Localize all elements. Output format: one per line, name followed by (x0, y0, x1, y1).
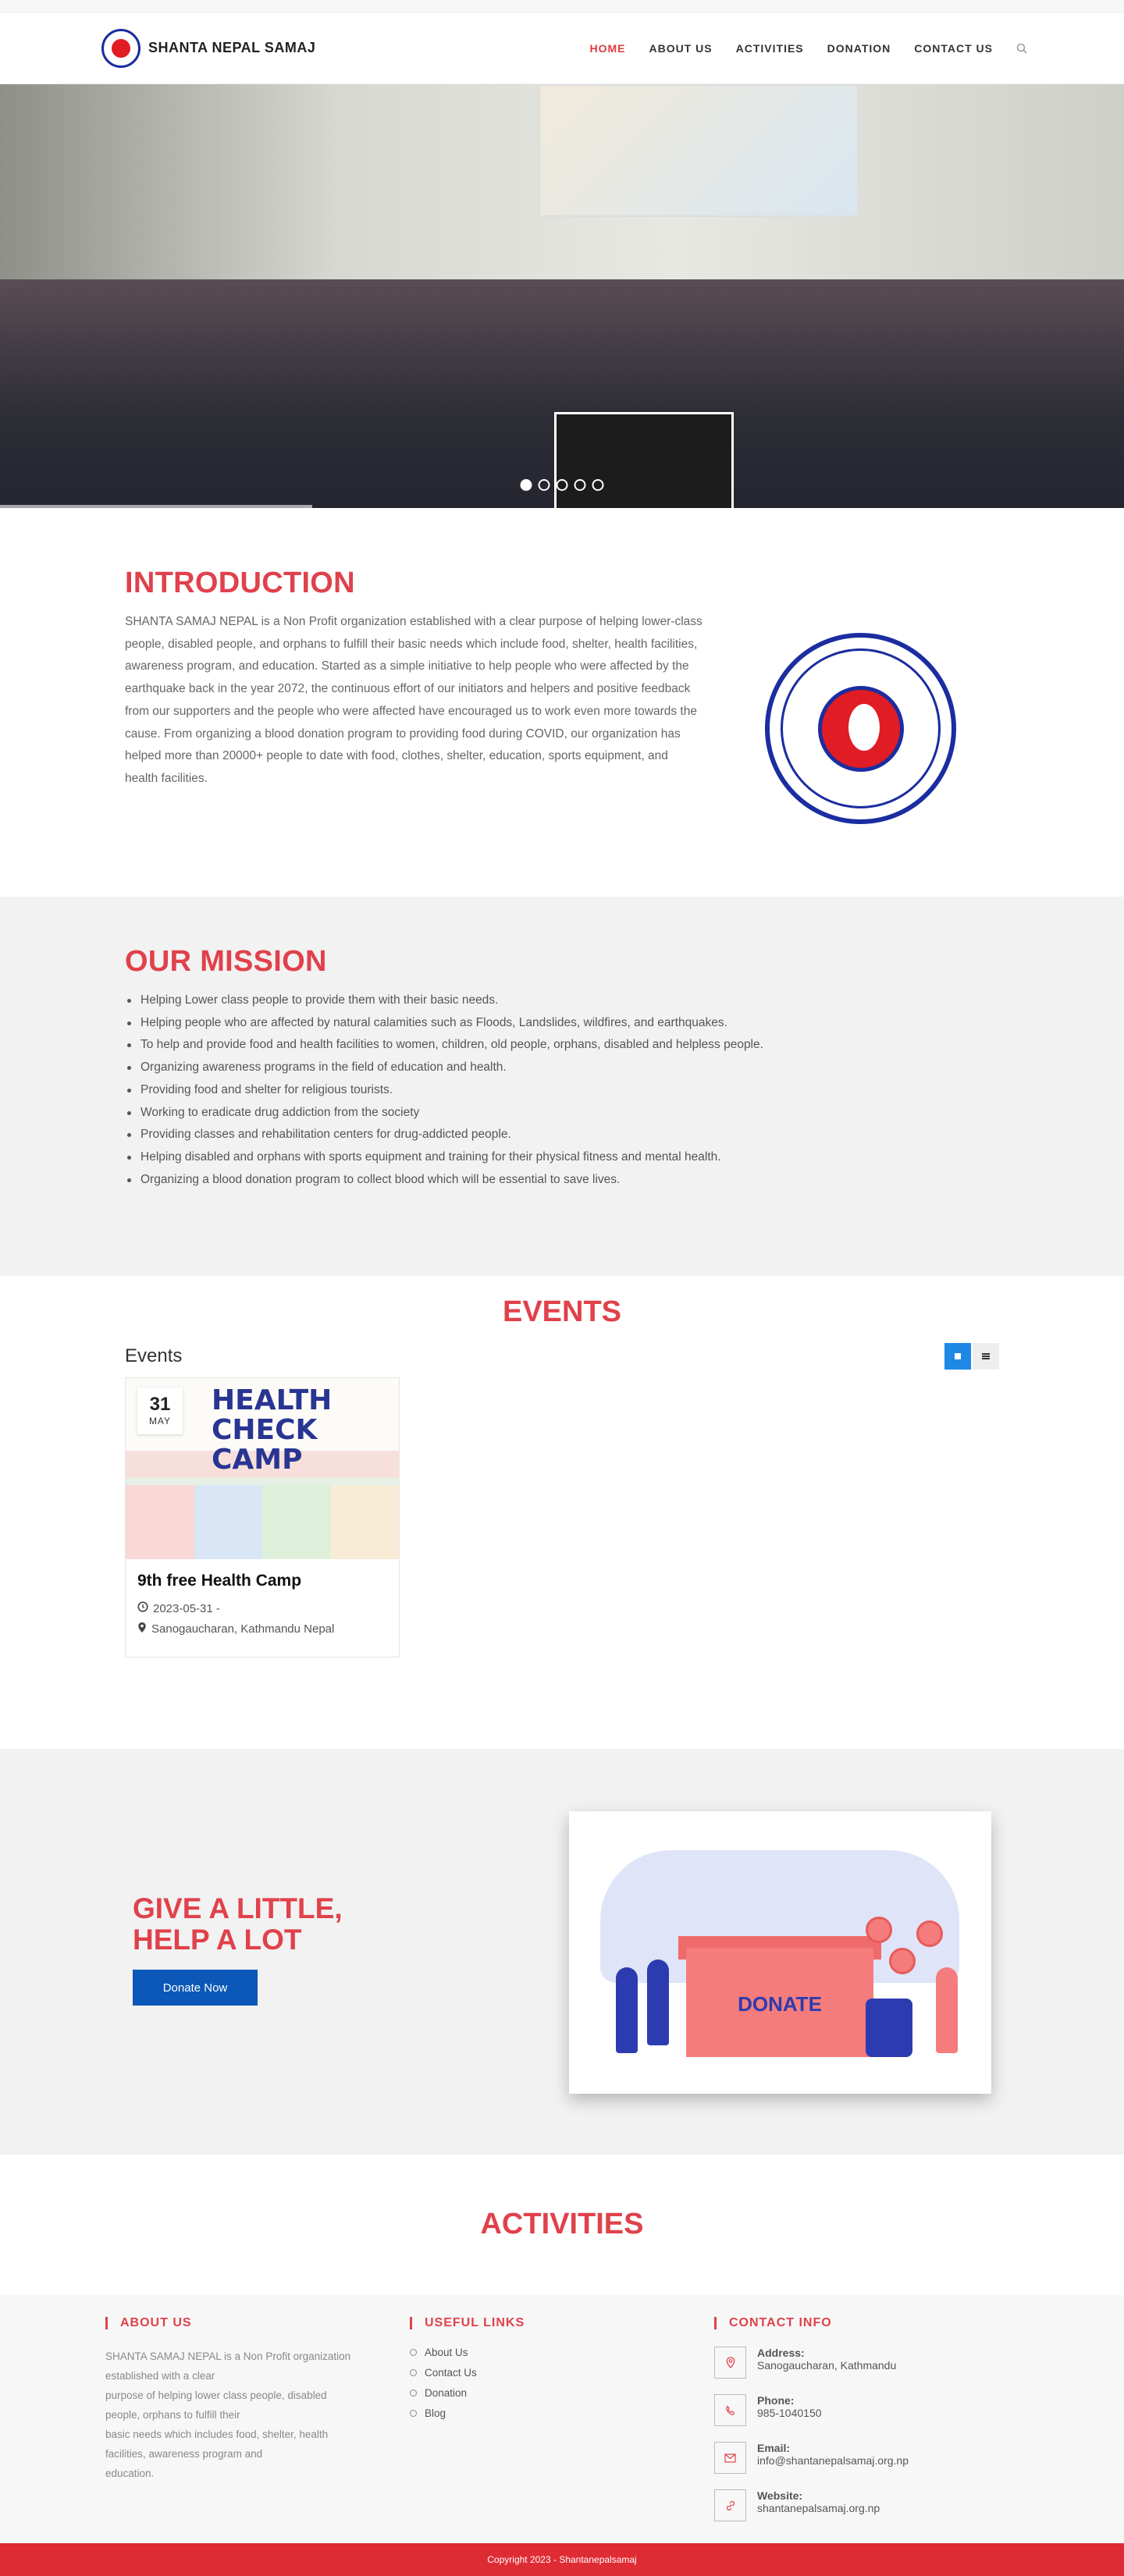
brand[interactable]: SHANTA NEPAL SAMAJ (101, 28, 316, 68)
illustration-word: DONATE (738, 1992, 822, 2016)
footer-link-donation[interactable]: Donation (410, 2387, 714, 2399)
list-item: Helping people who are affected by natur… (125, 1012, 999, 1035)
nav-donation[interactable]: DONATION (827, 42, 891, 55)
grid-view-icon[interactable] (944, 1343, 971, 1370)
circle-bullet-icon (410, 2410, 417, 2417)
clock-icon (137, 1601, 148, 1615)
introduction-section: INTRODUCTION SHANTA SAMAJ NEPAL is a Non… (0, 508, 1124, 897)
footer-useful-links: USEFUL LINKS About Us Contact Us Donatio… (410, 2317, 714, 2543)
introduction-title: INTRODUCTION (125, 567, 355, 599)
event-poster-text: HEALTH CHECK CAMP (212, 1384, 333, 1476)
event-location: Sanogaucharan, Kathmandu Nepal (137, 1622, 387, 1636)
mission-section: OUR MISSION Helping Lower class people t… (0, 897, 1124, 1276)
brand-name: SHANTA NEPAL SAMAJ (148, 40, 316, 55)
copyright-bar: Copyright 2023 - Shantanepalsamaj (0, 2543, 1124, 2576)
events-label: Events (125, 1345, 183, 1366)
list-item: Organizing awareness programs in the fie… (125, 1057, 999, 1079)
slider-dot-2[interactable] (538, 479, 550, 491)
site-footer: ABOUT US SHANTA SAMAJ NEPAL is a Non Pro… (0, 2295, 1124, 2543)
main-menu: HOME ABOUT US ACTIVITIES DONATION CONTAC… (590, 42, 1028, 55)
event-title[interactable]: 9th free Health Camp (137, 1572, 387, 1590)
event-date-badge: 31 MAY (137, 1387, 183, 1434)
donate-section: GIVE A LITTLE, HELP A LOT Donate Now DON… (0, 1749, 1124, 2155)
list-item: Working to eradicate drug addiction from… (125, 1102, 999, 1125)
slider-dot-3[interactable] (556, 479, 568, 491)
nav-about-us[interactable]: ABOUT US (649, 42, 713, 55)
footer-links-title: USEFUL LINKS (410, 2317, 714, 2329)
circle-bullet-icon (410, 2349, 417, 2356)
search-icon[interactable] (1016, 43, 1027, 54)
footer-about: ABOUT US SHANTA SAMAJ NEPAL is a Non Pro… (105, 2317, 410, 2543)
footer-about-title: ABOUT US (105, 2317, 410, 2329)
slider-dots (520, 479, 604, 491)
mission-title: OUR MISSION (125, 945, 327, 978)
mission-list: Helping Lower class people to provide th… (125, 990, 999, 1191)
list-item: Helping disabled and orphans with sports… (125, 1146, 999, 1169)
slider-dot-5[interactable] (592, 479, 604, 491)
event-card[interactable]: HEALTH CHECK CAMP 31 MAY 9th free Health… (125, 1377, 400, 1658)
footer-link-blog[interactable]: Blog (410, 2407, 714, 2419)
contact-website: Website: shantanepalsamaj.org.np (714, 2489, 1019, 2521)
footer-link-about-us[interactable]: About Us (410, 2347, 714, 2358)
footer-about-text: SHANTA SAMAJ NEPAL is a Non Profit organ… (105, 2350, 351, 2479)
events-title: EVENTS (502, 1295, 622, 1328)
map-pin-icon (714, 2347, 746, 2379)
organization-seal-logo (765, 633, 956, 824)
slider-progress (0, 505, 312, 508)
nav-home[interactable]: HOME (590, 42, 626, 55)
list-item: To help and provide food and health faci… (125, 1034, 999, 1057)
map-pin-icon (137, 1622, 147, 1636)
list-item: Providing food and shelter for religious… (125, 1079, 999, 1102)
hero-photo-sign (554, 412, 734, 508)
circle-bullet-icon (410, 2389, 417, 2397)
list-view-icon[interactable] (973, 1343, 999, 1370)
donate-now-button[interactable]: Donate Now (133, 1970, 258, 2006)
activities-section: ACTIVITIES (0, 2155, 1124, 2295)
footer-contact-info: CONTACT INFO Address: Sanogaucharan, Kath… (714, 2317, 1019, 2543)
nav-activities[interactable]: ACTIVITIES (736, 42, 804, 55)
circle-bullet-icon (410, 2369, 417, 2376)
events-section: EVENTS Events HEALTH CHECK CAMP 31 MAY 9… (0, 1276, 1124, 1749)
envelope-icon (714, 2442, 746, 2474)
hero-slider[interactable] (0, 84, 1124, 508)
introduction-body: SHANTA SAMAJ NEPAL is a Non Profit organ… (125, 615, 702, 785)
link-icon (714, 2489, 746, 2521)
donate-illustration: DONATE (569, 1811, 991, 2094)
footer-link-contact-us[interactable]: Contact Us (410, 2367, 714, 2379)
donate-headline: GIVE A LITTLE, HELP A LOT (133, 1892, 343, 1956)
event-image[interactable]: HEALTH CHECK CAMP 31 MAY (126, 1378, 399, 1559)
site-header: SHANTA NEPAL SAMAJ HOME ABOUT US ACTIVIT… (0, 12, 1124, 84)
phone-icon (714, 2394, 746, 2426)
nav-contact-us[interactable]: CONTACT US (914, 42, 993, 55)
list-item: Helping Lower class people to provide th… (125, 990, 999, 1012)
hero-photo-banner (539, 84, 859, 217)
activities-title: ACTIVITIES (480, 2208, 644, 2240)
event-date: 2023-05-31 - (137, 1601, 387, 1615)
list-item: Organizing a blood donation program to c… (125, 1169, 999, 1192)
logo (101, 28, 140, 68)
contact-phone: Phone: 985-1040150 (714, 2394, 1019, 2426)
footer-contact-title: CONTACT INFO (714, 2317, 1019, 2329)
slider-dot-4[interactable] (574, 479, 586, 491)
list-item: Providing classes and rehabilitation cen… (125, 1124, 999, 1146)
contact-email: Email: info@shantanepalsamaj.org.np (714, 2442, 1019, 2474)
view-toggle (944, 1343, 999, 1370)
contact-address: Address: Sanogaucharan, Kathmandu (714, 2347, 1019, 2379)
top-bar (0, 0, 1124, 12)
slider-dot-1[interactable] (520, 479, 532, 491)
